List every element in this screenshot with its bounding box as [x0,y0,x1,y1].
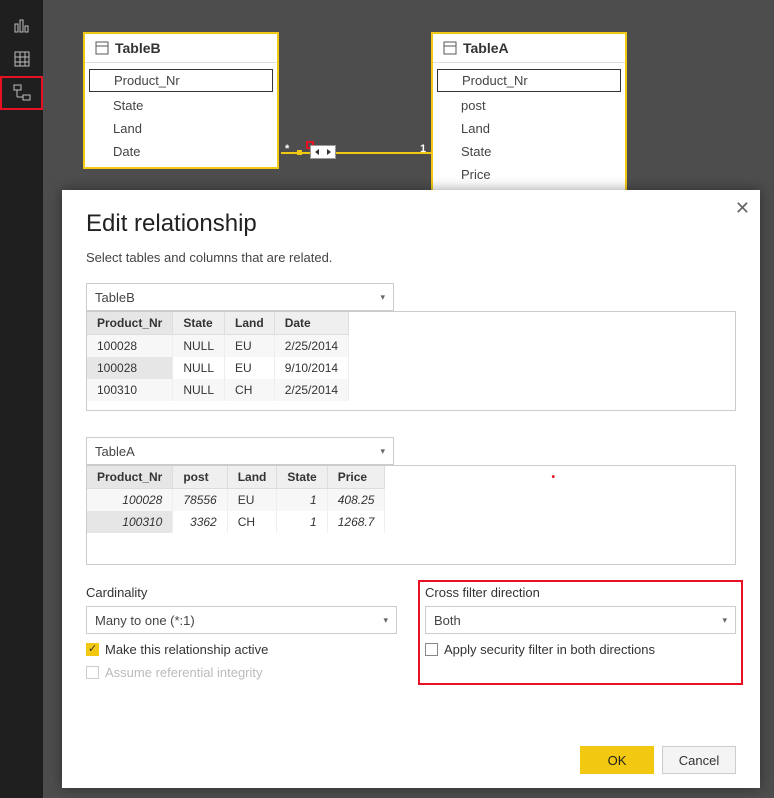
field-state[interactable]: State [433,140,625,163]
table-row: 100028NULLEU2/25/2014 [87,335,349,358]
to-table-preview: • Product_Nr post Land State Price 10002… [86,465,736,565]
checkbox-icon [86,666,99,679]
relationship-endpoint [297,150,302,155]
checkbox-icon [425,643,438,656]
field-date[interactable]: Date [85,140,277,163]
crossfilter-dropdown[interactable]: Both▾ [425,606,736,634]
edit-relationship-dialog: ✕ Edit relationship Select tables and co… [62,190,760,788]
field-land[interactable]: Land [85,117,277,140]
crossfilter-direction-indicator[interactable] [310,145,336,159]
table-row: 100028NULLEU9/10/2014 [87,357,349,379]
report-view-button[interactable] [0,8,43,42]
from-table-preview: Product_Nr State Land Date 100028NULLEU2… [86,311,736,411]
col-header[interactable]: Date [274,312,348,335]
security-filter-checkbox[interactable]: Apply security filter in both directions [425,642,736,657]
checkbox-icon [86,643,99,656]
dialog-subtitle: Select tables and columns that are relat… [86,250,736,265]
cardinality-one-label: 1 [420,143,426,155]
chevron-down-icon: ▾ [380,292,385,303]
model-view-button[interactable] [0,76,43,110]
chevron-down-icon: ▾ [722,615,727,626]
col-header[interactable]: Land [227,466,277,489]
table-card-title: TableB [115,40,161,56]
relationship-line[interactable] [281,152,431,154]
col-header[interactable]: Price [327,466,385,489]
close-icon[interactable]: ✕ [735,198,750,219]
col-header[interactable]: State [277,466,327,489]
table-row: 1003103362CH11268.7 [87,511,385,533]
warning-marker-icon: • [551,472,555,483]
bidirectional-arrow-icon [314,148,332,156]
table-card-header: TableA [433,34,625,63]
chevron-down-icon: ▾ [380,446,385,457]
field-product-nr[interactable]: Product_Nr [89,69,273,92]
table-card-tablea[interactable]: TableA Product_Nr post Land State Price [431,32,627,192]
col-header[interactable]: Land [225,312,275,335]
col-header[interactable]: State [173,312,225,335]
dialog-title: Edit relationship [86,210,736,238]
col-header[interactable]: Product_Nr [87,466,173,489]
field-post[interactable]: post [433,94,625,117]
to-table-dropdown[interactable]: TableA▾ [86,437,394,465]
table-card-header: TableB [85,34,277,63]
make-active-checkbox[interactable]: Make this relationship active [86,642,397,657]
cardinality-many-label: * [285,143,289,155]
left-views-toolbar [0,0,43,798]
table-icon [95,41,109,55]
data-view-button[interactable] [0,42,43,76]
from-table-dropdown[interactable]: TableB▾ [86,283,394,311]
field-price[interactable]: Price [433,163,625,186]
col-header[interactable]: post [173,466,227,489]
referential-integrity-checkbox: Assume referential integrity [86,665,397,680]
field-state[interactable]: State [85,94,277,117]
field-land[interactable]: Land [433,117,625,140]
cardinality-dropdown[interactable]: Many to one (*:1)▾ [86,606,397,634]
table-icon [443,41,457,55]
col-header[interactable]: Product_Nr [87,312,173,335]
crossfilter-direction-highlight [306,141,314,149]
chevron-down-icon: ▾ [383,615,388,626]
table-row: 10002878556EU1408.25 [87,489,385,512]
table-card-title: TableA [463,40,509,56]
crossfilter-label: Cross filter direction [425,585,736,600]
table-card-tableb[interactable]: TableB Product_Nr State Land Date [83,32,279,169]
cancel-button[interactable]: Cancel [662,746,736,774]
cardinality-label: Cardinality [86,585,397,600]
field-product-nr[interactable]: Product_Nr [437,69,621,92]
ok-button[interactable]: OK [580,746,654,774]
table-row: 100310NULLCH2/25/2014 [87,379,349,401]
